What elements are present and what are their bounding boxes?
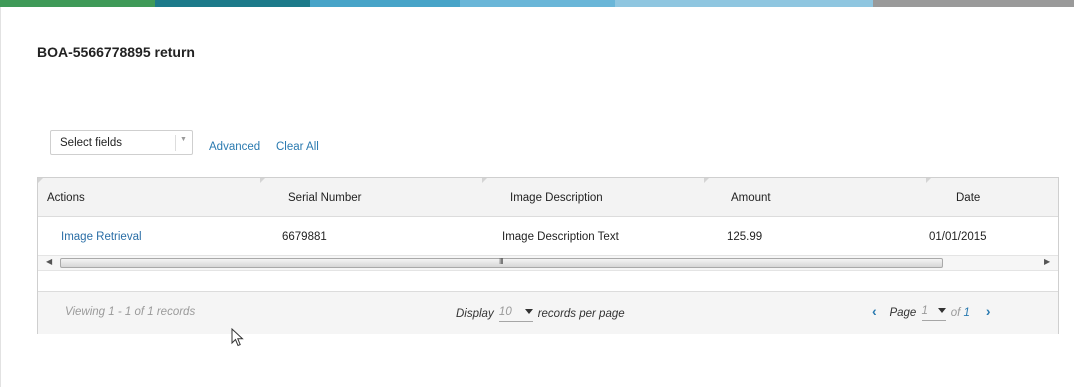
brand-bar-segment [155, 0, 310, 7]
horizontal-scrollbar[interactable]: ◀ III ▶ [38, 255, 1058, 271]
pagination: ‹ Page 1 of 1 › [872, 303, 991, 321]
scroll-left-arrow-icon[interactable]: ◀ [46, 257, 52, 266]
prev-page-icon[interactable]: ‹ [872, 303, 877, 319]
brand-color-bar [0, 0, 1074, 7]
column-header-actions[interactable]: Actions [38, 178, 260, 216]
caret-down-icon [524, 309, 533, 315]
image-description-cell: Image Description Text [502, 231, 619, 243]
column-header-label: Amount [731, 192, 771, 204]
column-header-label: Date [956, 192, 981, 204]
dropdown-arrow-icon[interactable]: ▼ [180, 136, 187, 143]
page-title: BOA-5566778895 return [37, 44, 195, 60]
total-pages: 1 [963, 307, 970, 319]
grid-footer: Viewing 1 - 1 of 1 records Display 10 re… [38, 291, 1058, 334]
of-label: of [950, 307, 961, 319]
scrollbar-thumb[interactable]: III [60, 257, 943, 268]
records-grid: Actions Serial Number Image Description … [37, 177, 1059, 334]
records-per-page-control: Display 10 records per page [456, 306, 625, 322]
mouse-cursor-icon [231, 328, 244, 347]
column-header-image-description[interactable]: Image Description [482, 178, 704, 216]
next-page-icon[interactable]: › [986, 303, 991, 319]
scrollbar-grip-icon: III [499, 257, 504, 266]
column-header-amount[interactable]: Amount [704, 178, 926, 216]
records-per-page-label: records per page [537, 308, 625, 321]
records-count-text: Viewing 1 - 1 of 1 records [65, 306, 196, 318]
column-resize-corner [38, 178, 43, 183]
date-cell: 01/01/2015 [929, 231, 987, 243]
left-border [0, 7, 1, 387]
page-select[interactable]: 1 [921, 304, 946, 321]
amount-cell: 125.99 [727, 231, 763, 243]
brand-bar-segment [0, 0, 155, 7]
column-header-serial-number[interactable]: Serial Number [260, 178, 482, 216]
image-retrieval-link[interactable]: Image Retrieval [61, 231, 142, 243]
brand-bar-segment [615, 0, 873, 7]
column-resize-corner [260, 178, 265, 183]
clear-all-link[interactable]: Clear All [276, 141, 319, 153]
brand-bar-segment [460, 0, 615, 7]
serial-number-cell: 6679881 [282, 231, 327, 243]
display-label: Display [456, 308, 494, 321]
brand-bar-segment [873, 0, 1074, 7]
table-row: Image Retrieval 6679881 Image Descriptio… [38, 216, 1058, 255]
records-per-page-value: 10 [498, 306, 512, 318]
column-resize-corner [704, 178, 709, 183]
records-per-page-select[interactable]: 10 [498, 306, 533, 322]
column-resize-corner [482, 178, 487, 183]
caret-down-icon [937, 308, 946, 314]
column-header-label: Image Description [510, 192, 603, 204]
scroll-right-arrow-icon[interactable]: ▶ [1044, 257, 1050, 266]
brand-bar-segment [310, 0, 460, 7]
column-header-label: Actions [47, 192, 85, 204]
page-label: Page [889, 307, 917, 319]
column-header-date[interactable]: Date [926, 178, 1058, 216]
advanced-link[interactable]: Advanced [209, 141, 260, 153]
grid-header: Actions Serial Number Image Description … [38, 178, 1058, 217]
select-fields-dropdown[interactable]: Select fields ▼ [50, 130, 193, 155]
dropdown-divider [175, 135, 176, 151]
column-header-label: Serial Number [288, 192, 362, 204]
select-fields-label: Select fields [60, 137, 123, 149]
column-resize-corner [926, 178, 931, 183]
page-select-value: 1 [921, 304, 928, 317]
